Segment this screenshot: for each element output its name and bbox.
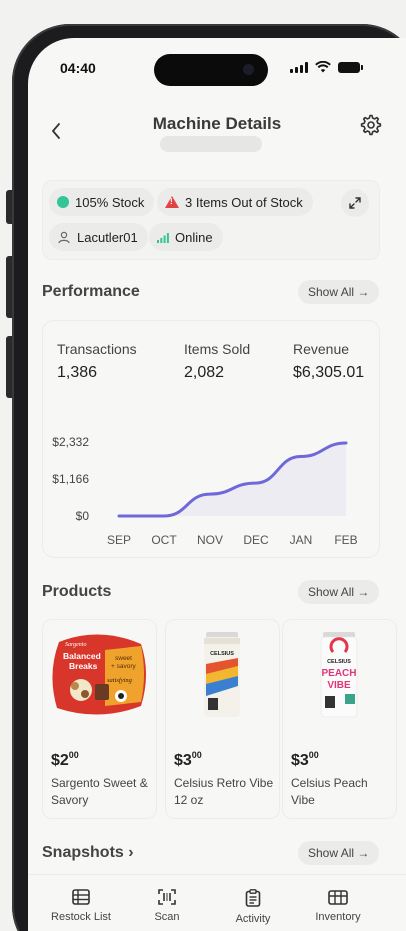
stock-chip-label: 105% Stock: [75, 194, 145, 210]
settings-button[interactable]: [360, 114, 382, 136]
list-icon: [72, 889, 90, 905]
expand-icon: [349, 197, 361, 209]
product-card[interactable]: Sargento Balanced Breaks sweet + savory …: [42, 619, 157, 819]
cellular-signal-icon: [290, 61, 308, 73]
pkg-line1-text: Balanced: [63, 651, 101, 661]
can-flavor-text: PEACH: [321, 668, 356, 679]
x-tick-label: JAN: [289, 533, 313, 547]
product-name: Sargento Sweet & Savory: [51, 776, 148, 807]
performance-show-all-button[interactable]: Show All →: [298, 280, 380, 304]
tab-label: Restock List: [51, 911, 111, 923]
screen: 04:40 Machine Details 105% Stock ! 3 Ite…: [28, 38, 406, 931]
sargento-product-image: Sargento Balanced Breaks sweet + savory …: [52, 634, 146, 715]
user-chip[interactable]: Lacutler01: [49, 223, 148, 251]
products-title: Products: [42, 583, 112, 600]
product-price: $200: [51, 750, 79, 769]
performance-card: Transactions 1,386 Items Sold 2,082 Reve…: [42, 320, 380, 558]
scan-icon: [158, 889, 176, 905]
machine-subtitle-placeholder: [160, 136, 262, 152]
revenue-line-chart: [117, 441, 348, 518]
x-tick-label: NOV: [196, 533, 223, 547]
product-name: Celsius Peach Vibe: [291, 776, 368, 807]
warning-icon: [165, 196, 179, 208]
tab-inventory[interactable]: Inventory: [298, 889, 378, 923]
out-of-stock-chip-label: 3 Items Out of Stock: [185, 194, 303, 210]
products-show-all-button[interactable]: Show All →: [298, 580, 380, 604]
tab-restock-list[interactable]: Restock List: [41, 889, 121, 923]
app-stage: 04:40 Machine Details 105% Stock ! 3 Ite…: [0, 0, 406, 931]
x-tick-label: FEB: [334, 533, 358, 547]
product-price: $300: [174, 750, 202, 769]
pkg-brand-text: Sargento: [65, 642, 86, 648]
snapshots-show-all-button[interactable]: Show All →: [298, 841, 380, 865]
can-brand-text: CELSIUS: [327, 659, 351, 665]
tab-bar: Restock List Scan Activity Inventory: [28, 874, 406, 931]
pkg-line2-text: Breaks: [69, 661, 98, 671]
tab-label: Activity: [235, 913, 271, 925]
celsius-peach-can-image: CELSIUS PEACH VIBE: [320, 632, 358, 718]
inventory-icon: [328, 890, 348, 905]
celsius-retro-can-image: CELSIUS: [204, 632, 240, 717]
online-dot-icon: [57, 196, 69, 208]
camera-icon: [243, 64, 254, 75]
user-chip-label: Lacutler01: [77, 229, 138, 245]
can-flavor-text: VIBE: [327, 680, 351, 691]
connection-chip-label: Online: [175, 229, 213, 245]
clipboard-icon: [245, 889, 261, 907]
status-icons: [290, 61, 363, 73]
x-tick-label: DEC: [243, 533, 269, 547]
gear-icon: [360, 114, 382, 136]
signal-icon: [157, 232, 169, 243]
product-price: $300: [291, 750, 319, 769]
tab-label: Scan: [154, 911, 180, 923]
pkg-tag1-text: sweet: [115, 655, 132, 662]
status-time: 04:40: [60, 60, 96, 76]
tab-label: Inventory: [315, 911, 361, 923]
tab-scan[interactable]: Scan: [127, 889, 207, 923]
nav-bar: Machine Details: [28, 114, 406, 154]
product-card[interactable]: CELSIUS PEACH VIBE $300 Celsius Peach Vi…: [282, 619, 397, 819]
user-icon: [58, 231, 70, 244]
out-of-stock-chip[interactable]: 3 Items Out of Stock: [157, 188, 313, 216]
snapshots-title[interactable]: Snapshots ›: [42, 844, 134, 862]
pkg-tag2-text: + savory: [111, 663, 136, 670]
can-brand-text: CELSIUS: [210, 651, 234, 657]
page-title: Machine Details: [152, 114, 282, 133]
wifi-icon: [315, 61, 331, 73]
pkg-tag3-text: satisfying: [107, 677, 133, 684]
dynamic-island: [154, 54, 268, 86]
connection-chip[interactable]: Online: [149, 223, 223, 251]
performance-title: Performance: [42, 283, 140, 300]
product-name: Celsius Retro Vibe 12 oz: [174, 776, 274, 807]
stock-chip[interactable]: 105% Stock: [49, 188, 155, 216]
x-tick-label: SEP: [106, 533, 131, 547]
product-card[interactable]: CELSIUS $300 Celsius Retro Vibe 12 oz: [165, 619, 280, 819]
battery-icon: [338, 61, 363, 73]
machine-status-card: 105% Stock 3 Items Out of Stock Lacutler…: [42, 180, 380, 260]
tab-activity[interactable]: Activity: [213, 889, 293, 925]
expand-button[interactable]: [341, 189, 369, 217]
x-tick-label: OCT: [151, 533, 177, 547]
